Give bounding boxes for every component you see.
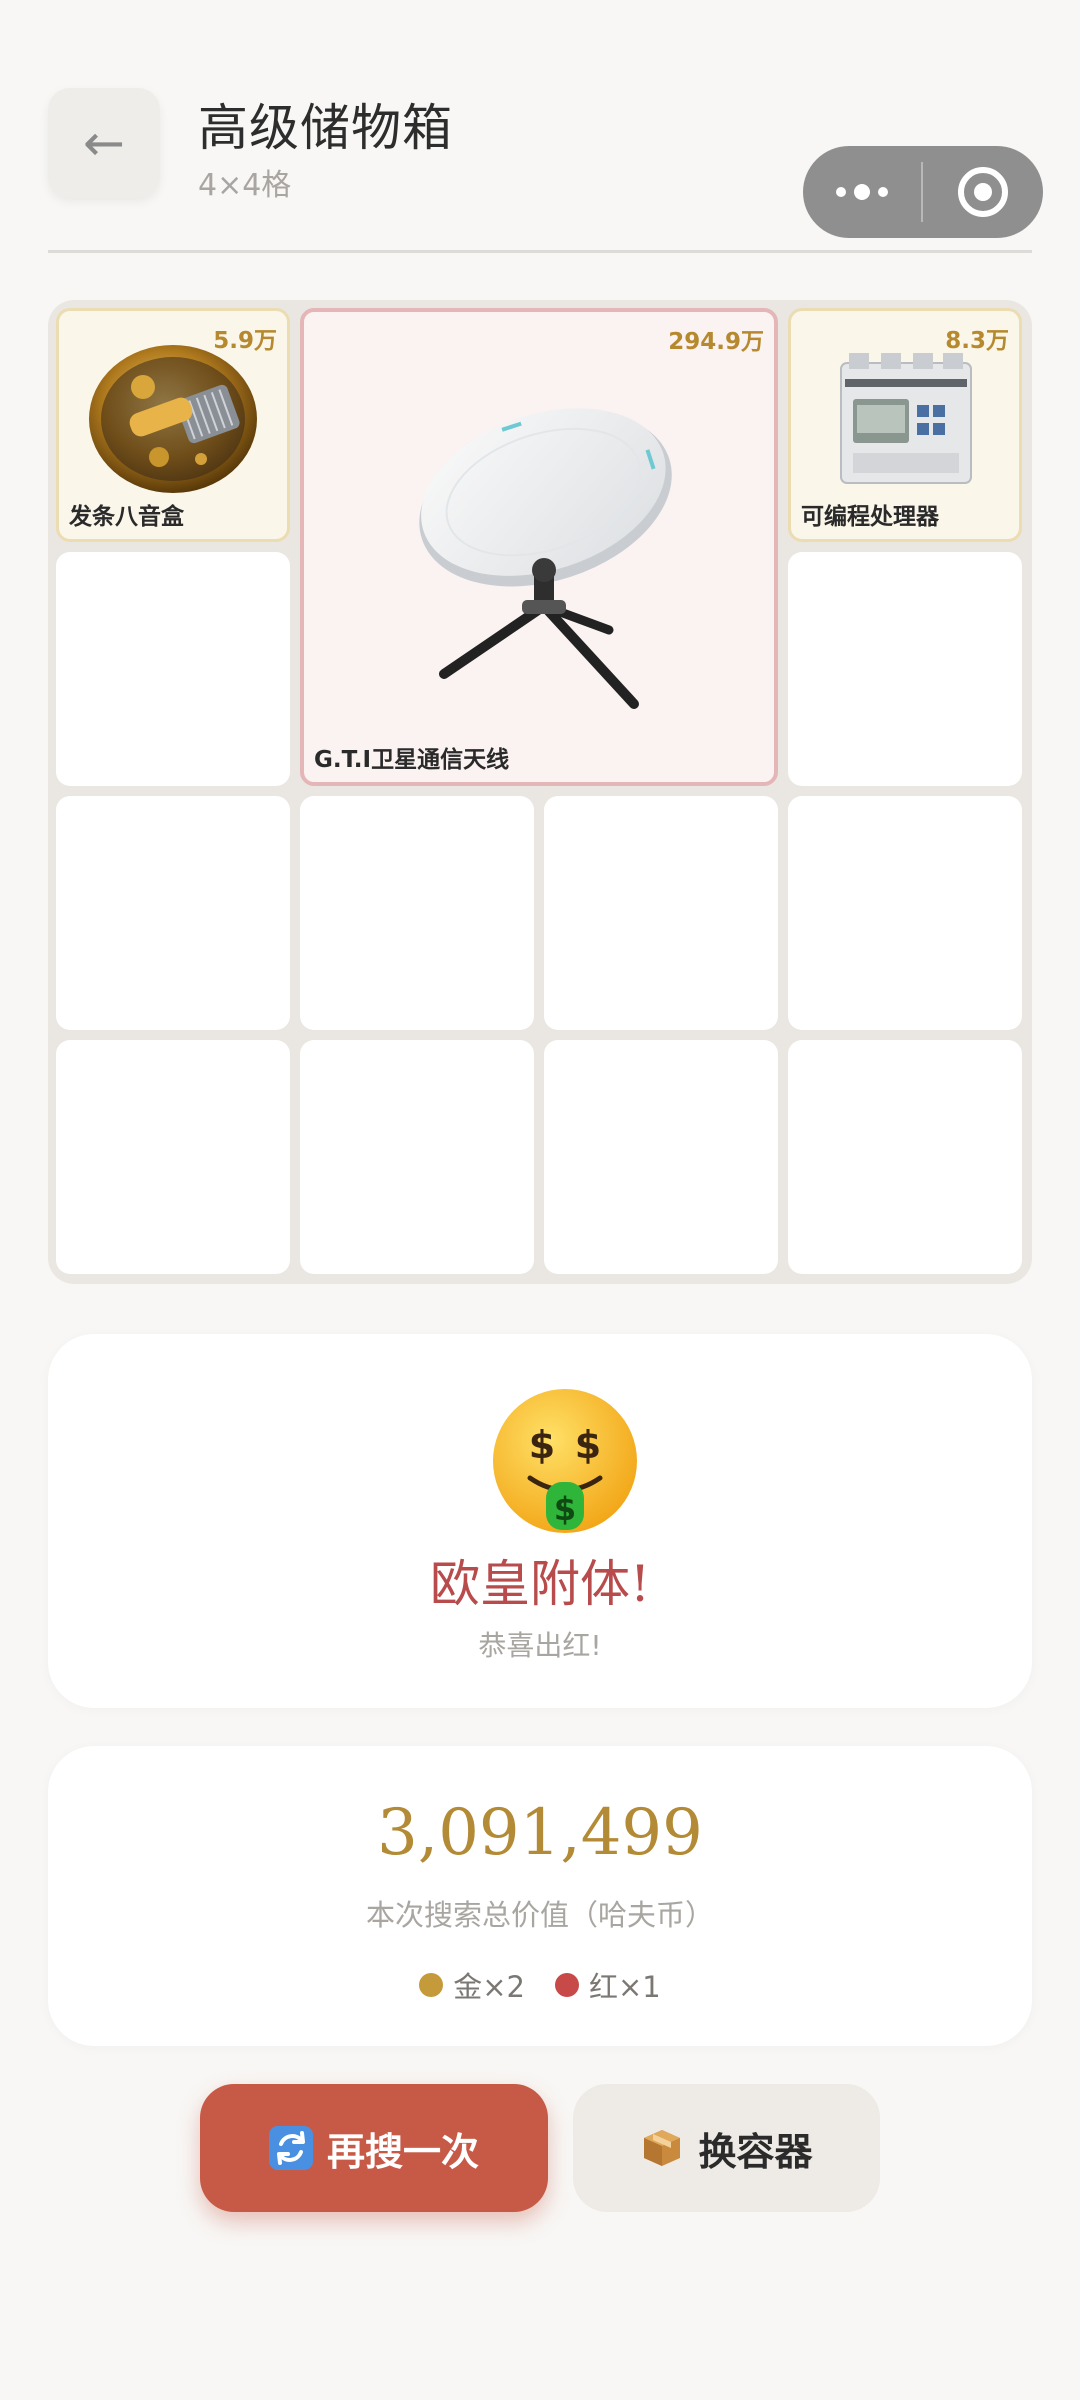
svg-text:$: $ [529, 1423, 555, 1467]
package-icon [640, 2126, 684, 2170]
item-music-box[interactable]: 5.9万 发条八音盒 [56, 308, 290, 542]
svg-text:$: $ [554, 1490, 576, 1528]
more-options-button[interactable] [803, 146, 921, 238]
refresh-icon [268, 2126, 313, 2170]
money-mouth-face-icon: $ $ $ [490, 1386, 640, 1536]
search-again-button[interactable]: 再搜一次 [200, 2084, 548, 2212]
target-circle-icon [958, 167, 1008, 217]
rarity-label: 金×2 [453, 1970, 525, 2004]
empty-slot[interactable] [544, 1040, 778, 1274]
item-processor[interactable]: 8.3万 可编程处理器 [788, 308, 1022, 542]
item-name: G.T.I卫星通信天线 [314, 747, 510, 773]
item-name: 发条八音盒 [69, 504, 184, 530]
value-summary-card: 3,091,499 本次搜索总价值（哈夫币） 金×2 红×1 [48, 1746, 1032, 2046]
empty-slot[interactable] [56, 552, 290, 786]
page-subtitle: 4×4格 [198, 168, 292, 203]
result-title: 欧皇附体! [429, 1555, 651, 1613]
storage-grid: 5.9万 发条八音盒 294.9万 G.T.I卫星通信天线 8.3万 可编程处理… [48, 300, 1032, 1284]
item-satellite-antenna[interactable]: 294.9万 G.T.I卫星通信天线 [300, 308, 778, 786]
processor-icon [831, 349, 981, 499]
back-arrow-icon: ← [83, 114, 125, 172]
result-card: $ $ $ 欧皇附体! 恭喜出红! [48, 1334, 1032, 1708]
close-mini-program-button[interactable] [923, 146, 1043, 238]
page-title: 高级储物箱 [198, 99, 453, 157]
empty-slot[interactable] [300, 1040, 534, 1274]
empty-slot[interactable] [788, 1040, 1022, 1274]
empty-slot[interactable] [788, 796, 1022, 1030]
change-container-button[interactable]: 换容器 [573, 2084, 880, 2212]
rarity-label: 红×1 [589, 1970, 661, 2004]
empty-slot[interactable] [56, 796, 290, 1030]
header-divider [48, 250, 1032, 253]
more-dot-icon [854, 184, 870, 200]
change-container-label: 换容器 [698, 2129, 813, 2174]
item-price: 294.9万 [668, 329, 764, 355]
total-value: 3,091,499 [377, 1796, 703, 1870]
back-button[interactable]: ← [48, 88, 160, 198]
item-name: 可编程处理器 [801, 504, 939, 530]
mini-program-capsule [803, 146, 1043, 238]
result-subtitle: 恭喜出红! [478, 1629, 602, 1662]
search-again-label: 再搜一次 [326, 2129, 479, 2174]
music-box-icon [85, 339, 261, 499]
empty-slot[interactable] [788, 552, 1022, 786]
svg-text:$: $ [575, 1423, 601, 1467]
red-dot-icon [555, 1973, 579, 1997]
item-price: 5.9万 [213, 328, 277, 354]
rarity-counts: 金×2 红×1 [48, 1964, 1032, 2006]
gold-dot-icon [419, 1973, 444, 1997]
item-price: 8.3万 [945, 328, 1009, 354]
total-value-label: 本次搜索总价值（哈夫币） [365, 1898, 714, 1932]
rarity-red-count: 红×1 [555, 1964, 661, 2006]
more-dot-icon [836, 187, 846, 197]
more-dot-icon [878, 187, 888, 197]
empty-slot[interactable] [544, 796, 778, 1030]
rarity-gold-count: 金×2 [419, 1964, 525, 2006]
satellite-antenna-icon [404, 374, 684, 734]
empty-slot[interactable] [300, 796, 534, 1030]
empty-slot[interactable] [56, 1040, 290, 1274]
